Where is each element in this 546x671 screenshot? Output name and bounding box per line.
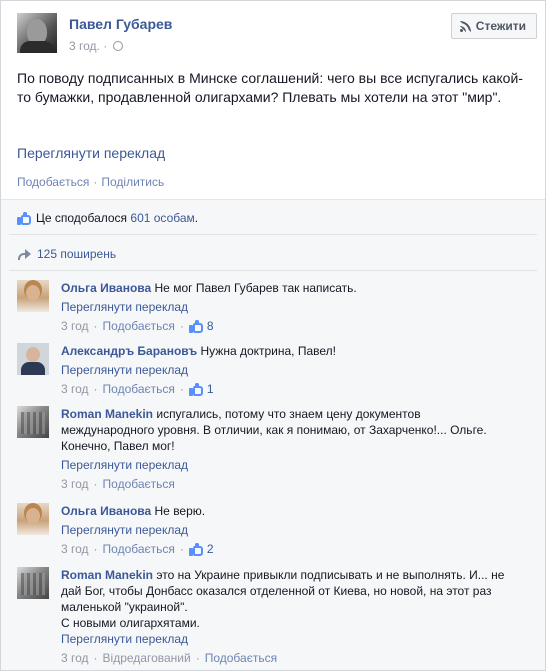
meta-separator: · (179, 542, 184, 556)
meta-separator: · (103, 39, 108, 53)
rss-icon (459, 20, 471, 32)
post-time[interactable]: 3 год. (69, 39, 100, 53)
action-separator: · (93, 175, 98, 189)
likes-prefix: Це сподобалося (36, 211, 128, 225)
follow-button[interactable]: Стежити (450, 13, 537, 39)
comment-text: Не мог Павел Губарев так написать. (154, 281, 357, 295)
comment-time[interactable]: 3 год (61, 381, 89, 397)
commenter-avatar[interactable] (17, 343, 49, 375)
author-avatar[interactable] (17, 13, 57, 53)
comment-text-line: С новыми олигархятами. (61, 616, 200, 630)
comment-translate-link[interactable]: Переглянути переклад (61, 631, 523, 647)
commenter-name[interactable]: Roman Manekin (61, 568, 153, 582)
commenter-avatar[interactable] (17, 503, 49, 535)
comment-time[interactable]: 3 год (61, 650, 89, 666)
comment-like-link[interactable]: Подобається (103, 381, 175, 397)
commenter-name[interactable]: Ольга Иванова (61, 281, 151, 295)
meta-separator: · (179, 382, 184, 396)
follow-label: Стежити (475, 19, 526, 33)
divider (9, 270, 537, 271)
meta-separator: · (93, 542, 98, 556)
post-like-link[interactable]: Подобається (17, 175, 89, 189)
meta-separator: · (195, 651, 200, 665)
post-translate-link[interactable]: Переглянути переклад (17, 145, 165, 161)
post-share-link[interactable]: Поділитись (101, 175, 164, 189)
comment-meta: 3 год · Подобається (61, 476, 501, 492)
comment-like-count[interactable]: 1 (207, 381, 214, 397)
globe-icon (112, 41, 123, 51)
commenter-avatar[interactable] (17, 280, 49, 312)
commenter-avatar[interactable] (17, 567, 49, 599)
like-icon (188, 382, 203, 396)
comment-translate-link[interactable]: Переглянути переклад (61, 457, 501, 473)
shares-count-link[interactable]: 125 поширень (37, 247, 116, 261)
comment-like-count[interactable]: 8 (207, 318, 214, 334)
share-icon (17, 248, 31, 260)
comment-meta: 3 год · Подобається · 2 (61, 541, 531, 557)
comment-meta: 3 год · Відредагований · Подобається (61, 650, 523, 666)
likes-summary: Це сподобалося 601 особам. (1, 208, 545, 228)
comment-edited-label[interactable]: Відредагований (103, 650, 191, 666)
comment-translate-link[interactable]: Переглянути переклад (61, 522, 531, 538)
comment-translate-link[interactable]: Переглянути переклад (61, 299, 531, 315)
post-text: По поводу подписанных в Минске соглашени… (17, 70, 523, 105)
meta-separator: · (179, 319, 184, 333)
likes-count-link[interactable]: 601 особам (130, 211, 194, 225)
meta-separator: · (93, 382, 98, 396)
comment-time[interactable]: 3 год (61, 476, 89, 492)
comment-time[interactable]: 3 год (61, 541, 89, 557)
meta-separator: · (93, 477, 98, 491)
divider (9, 234, 537, 235)
like-icon (188, 542, 203, 556)
meta-separator: · (93, 651, 98, 665)
comment-like-link[interactable]: Подобається (103, 318, 175, 334)
comment-text: Не верю. (154, 504, 206, 518)
commenter-avatar[interactable] (17, 406, 49, 438)
comment-like-link[interactable]: Подобається (205, 650, 277, 666)
comment-like-link[interactable]: Подобається (103, 476, 175, 492)
post-card: Павел Губарев 3 год. · Стежити По поводу… (0, 0, 546, 671)
comment-text: Нужна доктрина, Павел! (200, 344, 336, 358)
meta-separator: · (93, 319, 98, 333)
commenter-name[interactable]: Roman Manekin (61, 407, 153, 421)
comment-meta: 3 год · Подобається · 1 (61, 381, 531, 397)
comment-translate-link[interactable]: Переглянути переклад (61, 362, 531, 378)
comment-time[interactable]: 3 год (61, 318, 89, 334)
comment-like-link[interactable]: Подобається (103, 541, 175, 557)
likes-suffix: . (194, 211, 199, 225)
post-author-name[interactable]: Павел Губарев (69, 16, 172, 32)
comment-like-count[interactable]: 2 (207, 541, 214, 557)
like-icon (188, 319, 203, 333)
like-icon (17, 211, 31, 225)
shares-summary: 125 поширень (1, 244, 545, 264)
commenter-name[interactable]: Ольга Иванова (61, 504, 151, 518)
comment-meta: 3 год · Подобається · 8 (61, 318, 531, 334)
post-header: Павел Губарев 3 год. · Стежити (17, 13, 537, 57)
post-actions: Подобається · Поділитись (17, 175, 164, 189)
post-meta: 3 год. · (69, 39, 123, 53)
commenter-name[interactable]: Александръ Барановъ (61, 344, 197, 358)
